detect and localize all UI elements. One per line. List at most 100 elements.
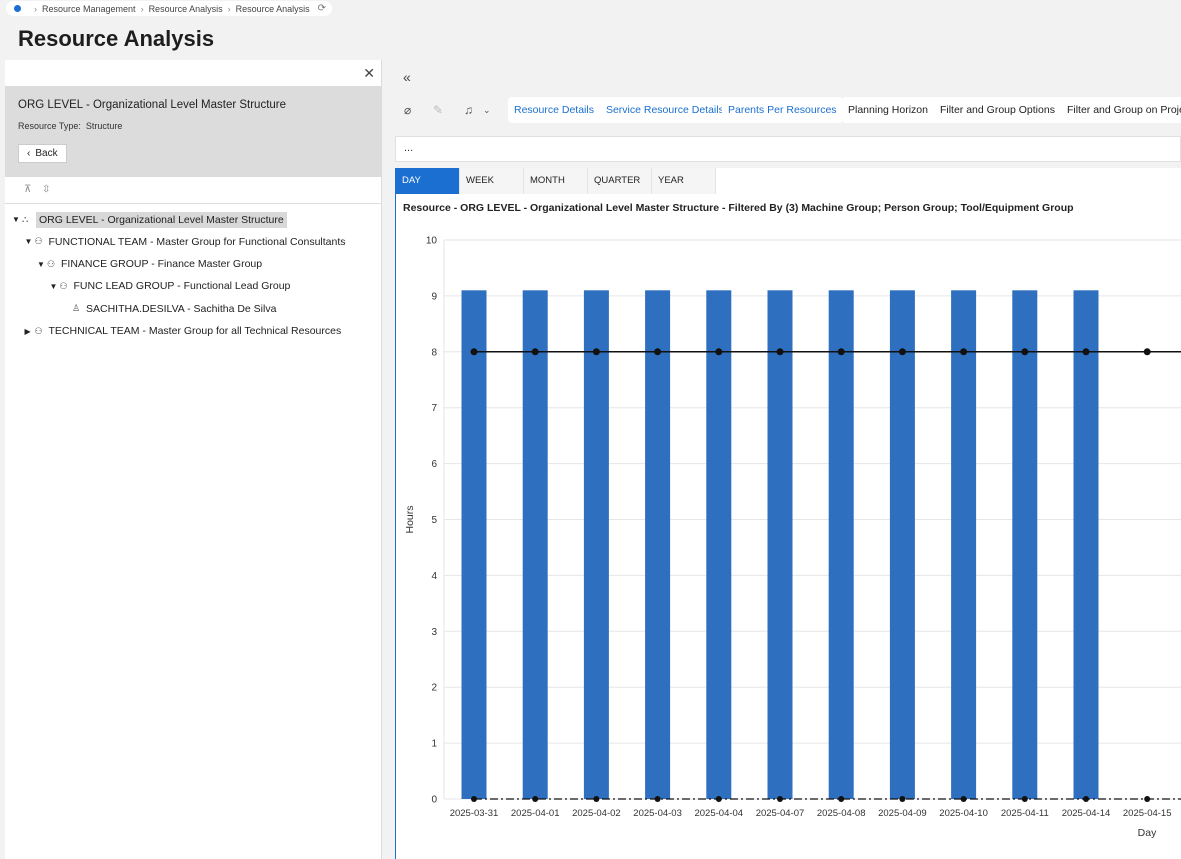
y-tick-label: 1	[431, 739, 437, 750]
group-icon: ⚇	[34, 325, 43, 336]
chevron-left-icon: ‹	[27, 148, 31, 159]
chart-title: Resource - ORG LEVEL - Organizational Le…	[403, 202, 1074, 214]
tab-quarter[interactable]: QUARTER	[588, 168, 652, 194]
group-icon: ⚇	[59, 280, 68, 291]
tab-day[interactable]: DAY	[396, 168, 460, 194]
expand-collapse-icon[interactable]: ⇳	[42, 184, 50, 195]
tree-node-label: FUNCTIONAL TEAM - Master Group for Funct…	[48, 235, 346, 248]
y-tick-label: 0	[431, 795, 437, 806]
action-group: Planning Horizon Filter and Group Option…	[842, 97, 1181, 123]
capacity-point	[470, 348, 478, 356]
x-tick-label: 2025-04-08	[817, 808, 866, 819]
refresh-icon[interactable]: ⟳	[318, 3, 326, 14]
tree-node[interactable]: ▼ ⚇ FUNCTIONAL TEAM - Master Group for Fun…	[25, 232, 346, 251]
attachment-icon[interactable]: ⌀	[404, 103, 411, 117]
tree-node[interactable]: ▼ ⚇ FUNC LEAD GROUP - Functional Lead Grou…	[50, 277, 291, 296]
y-tick-label: 6	[431, 459, 437, 470]
zero-point	[960, 796, 967, 802]
breadcrumb-item[interactable]: Resource Analysis	[149, 4, 223, 14]
zero-point	[1083, 796, 1089, 802]
y-tick-label: 4	[431, 571, 437, 582]
capacity-point	[592, 348, 600, 356]
pin-icon[interactable]: ⊼	[24, 184, 31, 195]
close-icon[interactable]: ✕	[363, 65, 375, 82]
chevron-right-icon: ›	[140, 3, 144, 14]
bar	[583, 290, 609, 799]
zero-point	[838, 796, 845, 802]
service-resource-details-link[interactable]: Service Resource Details	[606, 104, 724, 116]
tab-month[interactable]: MONTH	[524, 168, 588, 194]
x-tick-label: 2025-04-07	[756, 808, 805, 819]
capacity-point	[531, 348, 539, 356]
tab-year[interactable]: YEAR	[652, 168, 716, 194]
caret-down-icon[interactable]: ▼	[50, 282, 60, 291]
navigator-panel: ✕ ORG LEVEL - Organizational Level Maste…	[5, 60, 382, 859]
double-chevron-left-icon[interactable]: «	[403, 69, 411, 85]
capacity-point	[654, 348, 662, 356]
zero-point	[532, 796, 539, 802]
filter-group-project-button[interactable]: Filter and Group on Project	[1067, 104, 1181, 116]
edit-icon[interactable]: ✎	[433, 103, 443, 117]
tree-node[interactable]: ▼ ⚇ FINANCE GROUP - Finance Master Group	[37, 255, 262, 274]
tree-node[interactable]: ▶ ⚇ TECHNICAL TEAM - Master Group for all …	[25, 322, 342, 341]
capacity-point	[1021, 348, 1029, 356]
breadcrumb-item[interactable]: Resource Management	[42, 4, 136, 14]
bell-icon[interactable]: ♫	[464, 103, 473, 117]
y-tick-label: 10	[426, 236, 438, 247]
parents-per-resources-link[interactable]: Parents Per Resources	[728, 104, 837, 116]
chevron-down-icon[interactable]: ⌄	[483, 105, 491, 116]
zero-point	[899, 796, 906, 802]
bar	[1012, 290, 1038, 799]
x-tick-label: 2025-04-02	[572, 808, 621, 819]
x-tick-label: 2025-04-04	[694, 808, 743, 819]
bar	[461, 290, 487, 799]
home-icon[interactable]	[14, 5, 21, 12]
period-tabs: DAY WEEK MONTH QUARTER YEAR	[396, 168, 716, 194]
capacity-point	[715, 348, 723, 356]
y-axis-label: Hours	[404, 505, 416, 533]
page-title: Resource Analysis	[18, 26, 215, 51]
planning-horizon-button[interactable]: Planning Horizon	[848, 104, 928, 116]
header-title: ORG LEVEL - Organizational Level Master …	[18, 99, 287, 111]
capacity-point	[1143, 348, 1151, 356]
y-tick-label: 9	[431, 291, 437, 302]
search-criteria-field[interactable]: ...	[395, 136, 1181, 162]
caret-down-icon[interactable]: ▼	[25, 237, 35, 246]
bar	[645, 290, 671, 799]
tree-node[interactable]: ♙ SACHITHA.DESILVA - Sachitha De Silva	[62, 299, 276, 318]
tree-toolbar: ⊼ ⇳	[5, 178, 382, 204]
caret-down-icon[interactable]: ▼	[37, 260, 47, 269]
x-tick-label: 2025-03-31	[450, 808, 499, 819]
caret-down-icon[interactable]: ▼	[12, 215, 22, 224]
chevron-right-icon: ›	[227, 3, 231, 14]
resource-details-link[interactable]: Resource Details	[514, 104, 594, 116]
resource-type: Resource Type: Structure	[18, 121, 122, 131]
x-tick-label: 2025-04-15	[1123, 808, 1172, 819]
bar	[767, 290, 793, 799]
y-tick-label: 2	[431, 683, 437, 694]
y-tick-label: 8	[431, 347, 437, 358]
group-icon: ⚇	[34, 236, 43, 247]
x-tick-label: 2025-04-09	[878, 808, 927, 819]
breadcrumb-item: Resource Analysis	[235, 3, 310, 14]
selection-header: ORG LEVEL - Organizational Level Master …	[5, 86, 382, 177]
bar	[889, 290, 915, 799]
breadcrumb: › Resource Management › Resource Analysi…	[6, 1, 333, 16]
capacity-point	[898, 348, 906, 356]
resource-type-label: Resource Type:	[18, 121, 81, 131]
chart-container: DAY WEEK MONTH QUARTER YEAR Resource - O…	[395, 168, 1181, 859]
command-toolbar: ⌀ ✎ ♫ ⌄ Resource Details Service Resourc…	[383, 96, 1181, 124]
filter-group-options-button[interactable]: Filter and Group Options	[940, 104, 1055, 116]
zero-point	[715, 796, 722, 802]
caret-right-icon[interactable]: ▶	[25, 327, 35, 336]
org-icon: ⛬	[22, 214, 29, 224]
tree-node-label: ORG LEVEL - Organizational Level Master …	[36, 211, 287, 228]
tree-node[interactable]: ▼ ⛬ ORG LEVEL - Organizational Level Maste…	[12, 210, 287, 229]
bar	[828, 290, 854, 799]
tree-node-label: FUNC LEAD GROUP - Functional Lead Group	[73, 280, 291, 293]
back-button[interactable]: ‹ Back	[18, 144, 67, 163]
main-panel: « ⌀ ✎ ♫ ⌄ Resource Details Service Resou…	[383, 60, 1181, 859]
tab-week[interactable]: WEEK	[460, 168, 524, 194]
zero-point	[1021, 796, 1028, 802]
back-label: Back	[35, 148, 58, 159]
